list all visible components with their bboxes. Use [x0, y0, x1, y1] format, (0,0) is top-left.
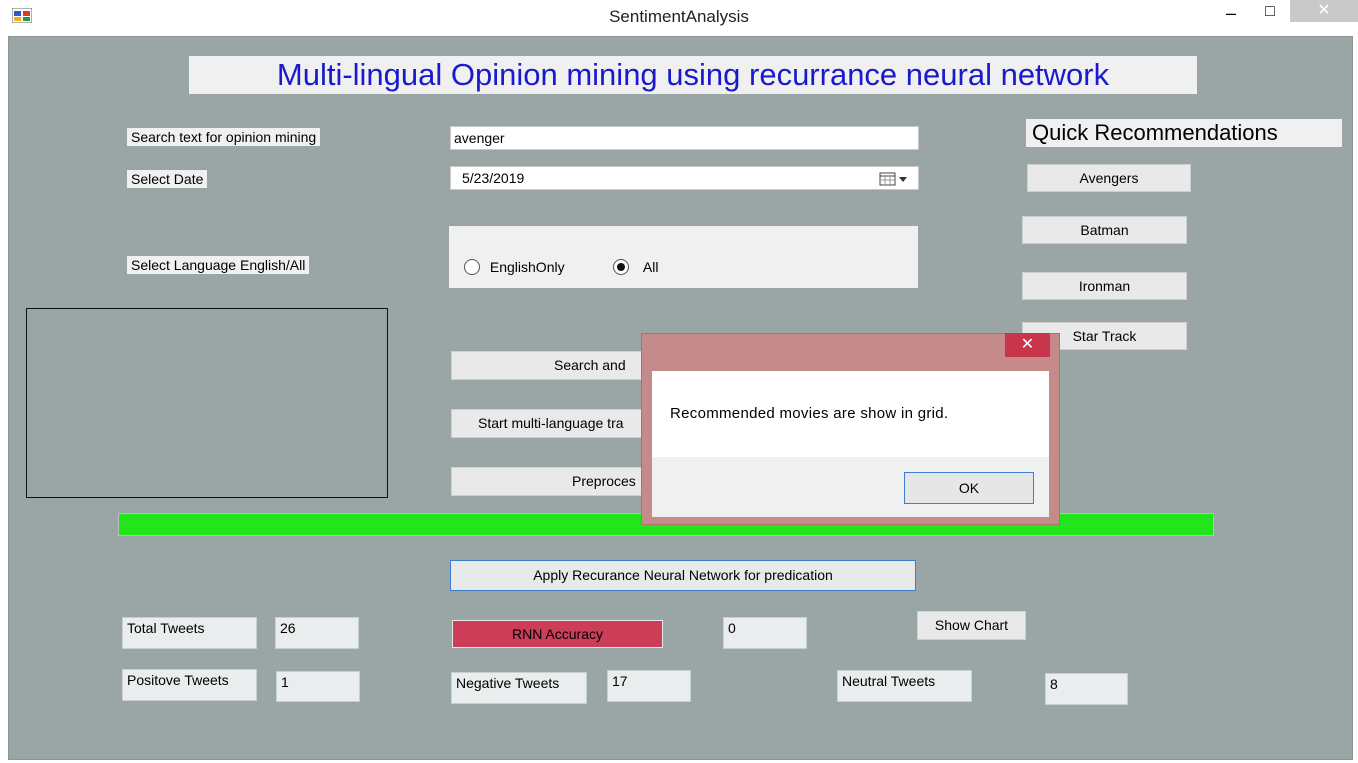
date-value: 5/23/2019	[462, 170, 525, 186]
language-group: EnglishOnly All	[449, 226, 918, 288]
neutral-tweets-value: 8	[1045, 673, 1128, 705]
quick-batman-button[interactable]: Batman	[1022, 216, 1187, 244]
dialog-message: Recommended movies are show in grid.	[670, 405, 949, 422]
total-tweets-value: 26	[275, 617, 359, 649]
radio-english-label: EnglishOnly	[489, 259, 565, 276]
rnn-accuracy-value: 0	[723, 617, 807, 649]
search-text-label: Search text for opinion mining	[127, 128, 321, 146]
rnn-accuracy-label: RNN Accuracy	[452, 620, 663, 648]
search-input[interactable]: avenger	[450, 126, 919, 150]
apply-rnn-button[interactable]: Apply Recurance Neural Network for predi…	[450, 560, 916, 591]
radio-all-circle[interactable]	[613, 259, 629, 276]
negative-tweets-label: Negative Tweets	[451, 672, 587, 704]
results-grid-box	[26, 308, 388, 498]
radio-all-label: All	[642, 259, 659, 276]
window-titlebar: SentimentAnalysis – □ ✕	[0, 0, 1358, 34]
positive-tweets-label: Positove Tweets	[122, 669, 257, 701]
window-title: SentimentAnalysis	[609, 7, 749, 26]
preprocess-button[interactable]: Preproces	[451, 467, 644, 496]
search-button[interactable]: Search and	[451, 351, 644, 380]
date-picker[interactable]: 5/23/2019	[450, 166, 919, 190]
window-close-icon[interactable]: ✕	[1290, 0, 1358, 22]
positive-tweets-value: 1	[276, 671, 360, 702]
quick-ironman-button[interactable]: Ironman	[1022, 272, 1187, 300]
neutral-tweets-label: Neutral Tweets	[837, 670, 972, 702]
negative-tweets-value: 17	[607, 670, 691, 702]
select-date-label: Select Date	[127, 170, 208, 188]
calendar-dropdown-icon[interactable]	[879, 171, 911, 187]
radio-all[interactable]: All	[613, 258, 659, 276]
page-heading: Multi-lingual Opinion mining using recur…	[189, 56, 1197, 94]
start-translation-button[interactable]: Start multi-language tra	[451, 409, 644, 438]
quick-avengers-button[interactable]: Avengers	[1027, 164, 1191, 192]
dialog-ok-button[interactable]: OK	[904, 472, 1034, 504]
select-language-label: Select Language English/All	[127, 256, 310, 274]
quick-recommendations-title: Quick Recommendations	[1026, 119, 1342, 147]
show-chart-button[interactable]: Show Chart	[917, 611, 1026, 640]
minimize-icon[interactable]: –	[1216, 0, 1246, 30]
total-tweets-label: Total Tweets	[122, 617, 257, 649]
dialog-close-icon[interactable]: ✕	[1005, 333, 1050, 357]
maximize-icon[interactable]: □	[1255, 0, 1285, 30]
radio-english-only[interactable]: EnglishOnly	[464, 258, 565, 276]
radio-english-circle[interactable]	[464, 259, 480, 276]
